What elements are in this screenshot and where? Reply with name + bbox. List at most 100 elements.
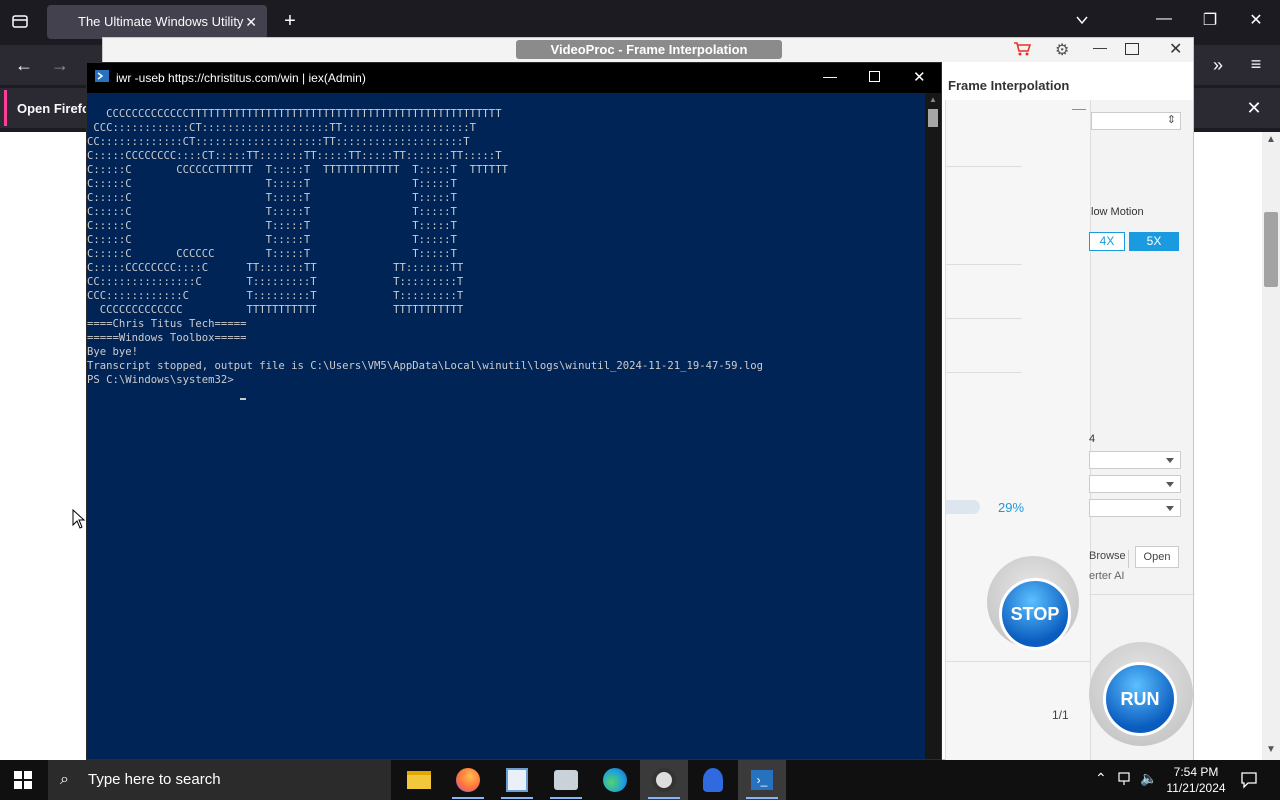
progress-bar <box>946 500 980 514</box>
divider <box>946 661 1092 662</box>
powershell-title: iwr -useb https://christitus.com/win | i… <box>116 71 366 85</box>
edge-icon[interactable] <box>591 760 639 800</box>
powershell-window: iwr -useb https://christitus.com/win | i… <box>86 62 942 760</box>
ps-close-icon[interactable]: ✕ <box>913 68 926 86</box>
search-icon: ⌕ <box>60 771 69 788</box>
divider <box>946 166 1022 167</box>
format-select[interactable]: ⇕ <box>1091 112 1181 130</box>
videoproc-taskbar-icon[interactable] <box>640 760 688 800</box>
console-line: =====Windows Toolbox===== <box>87 332 247 344</box>
collapse-icon[interactable]: — <box>1072 100 1086 116</box>
back-icon[interactable]: ← <box>14 55 34 76</box>
settings-gear-icon[interactable]: ⚙ <box>1055 40 1069 60</box>
console-output[interactable]: CCCCCCCCCCCCCTTTTTTTTTTTTTTTTTTTTTTTTTTT… <box>87 107 923 437</box>
open-button[interactable]: Open <box>1135 546 1179 568</box>
console-line: C:::::C T:::::T T:::::T <box>87 206 457 218</box>
videoproc-title-bar[interactable]: VideoProc - Frame Interpolation ⚙ — ✕ <box>103 38 1193 62</box>
console-line: C:::::C T:::::T T:::::T <box>87 234 457 246</box>
console-line: ====Chris Titus Tech===== <box>87 318 247 330</box>
forward-icon[interactable]: → <box>50 55 70 76</box>
console-line: C:::::C T:::::T T:::::T <box>87 220 457 232</box>
notifications-icon[interactable] <box>1240 771 1258 794</box>
close-notification-icon[interactable]: ✕ <box>1244 98 1264 119</box>
console-line: PS C:\Windows\system32> <box>87 374 241 386</box>
tab-list-icon[interactable] <box>10 12 30 35</box>
page-counter: 1/1 <box>1052 708 1069 722</box>
console-scrollbar-thumb[interactable] <box>928 109 938 127</box>
overflow-chevron-icon[interactable]: » <box>1208 55 1228 76</box>
ps-maximize-icon[interactable] <box>869 71 880 82</box>
scroll-down-icon[interactable]: ▼ <box>1266 744 1276 755</box>
vp-minimize-icon[interactable]: — <box>1093 39 1107 55</box>
updown-icon: ⇕ <box>1166 114 1176 126</box>
console-line: CCC::::::::::::C T:::::::::T T:::::::::T <box>87 290 464 302</box>
stop-button[interactable]: STOP <box>999 578 1071 650</box>
new-tab-button[interactable]: + <box>280 10 300 33</box>
close-tab-icon[interactable]: ✕ <box>245 5 257 39</box>
console-line: CC:::::::::::::CT::::::::::::::::::::TT:… <box>87 136 470 148</box>
console-line: CCCCCCCCCCCCC TTTTTTTTTTT TTTTTTTTTTT <box>87 304 464 316</box>
search-placeholder: Type here to search <box>88 771 221 788</box>
volume-icon[interactable]: 🔈 <box>1140 770 1157 787</box>
cart-icon[interactable] <box>1013 41 1033 62</box>
disk-utility-icon[interactable] <box>542 760 590 800</box>
page-scrollbar[interactable]: ▲ ▼ <box>1262 132 1280 760</box>
network-icon[interactable] <box>1118 771 1134 792</box>
ai-label: erter AI <box>1089 570 1125 582</box>
windows-start-icon[interactable] <box>14 771 32 794</box>
partial-label: 4 <box>1089 433 1096 445</box>
option-dropdown-2[interactable] <box>1089 475 1181 493</box>
speed-4x-button[interactable]: 4X <box>1089 232 1125 251</box>
minimize-icon[interactable]: — <box>1154 10 1174 28</box>
close-window-icon[interactable]: ✕ <box>1246 10 1266 30</box>
chevron-down-icon[interactable] <box>1072 12 1092 33</box>
taskbar: ⌕ Type here to search ›_ ⌃ 🔈 7:54 PM 11/… <box>0 760 1280 800</box>
vp-maximize-icon[interactable] <box>1125 43 1139 55</box>
console-line: Bye bye! <box>87 346 139 358</box>
slow-motion-label: low Motion <box>1091 206 1144 218</box>
console-line: C:::::C T:::::T T:::::T <box>87 178 457 190</box>
divider <box>946 264 1022 265</box>
option-dropdown-3[interactable] <box>1089 499 1181 517</box>
console-cursor <box>240 398 247 400</box>
active-tab[interactable]: The Ultimate Windows Utility ✕ <box>47 5 267 39</box>
console-scrollbar[interactable]: ▲ <box>925 93 941 759</box>
console-line: C:::::C CCCCCCTTTTTT T:::::T TTTTTTTTTTT… <box>87 164 508 176</box>
tray-chevron-icon[interactable]: ⌃ <box>1095 770 1107 787</box>
scroll-up-icon[interactable]: ▲ <box>1266 134 1276 145</box>
browse-button[interactable]: Browse <box>1089 550 1129 568</box>
vp-close-icon[interactable]: ✕ <box>1169 39 1182 59</box>
option-dropdown-1[interactable] <box>1089 451 1181 469</box>
console-line: C:::::CCCCCCCC::::CT:::::TT:::::::TT::::… <box>87 150 502 162</box>
clock-time: 7:54 PM <box>1173 765 1219 779</box>
divider <box>946 372 1022 373</box>
panel-title: Frame Interpolation <box>948 78 1070 93</box>
taskbar-search[interactable]: ⌕ Type here to search <box>48 760 391 800</box>
scroll-up-icon[interactable]: ▲ <box>929 95 937 104</box>
run-button[interactable]: RUN <box>1103 662 1177 736</box>
speed-5x-button[interactable]: 5X <box>1129 232 1179 251</box>
powershell-title-bar[interactable]: iwr -useb https://christitus.com/win | i… <box>87 63 941 93</box>
console-line: CC:::::::::::::::C T:::::::::T T::::::::… <box>87 276 464 288</box>
console-line: C:::::C CCCCCC T:::::T T:::::T <box>87 248 457 260</box>
ps-minimize-icon[interactable]: — <box>823 68 837 84</box>
console-line: CCC::::::::::::CT::::::::::::::::::::TT:… <box>87 122 477 134</box>
menu-icon[interactable]: ≡ <box>1246 54 1266 75</box>
console-line: C:::::CCCCCCCC::::C TT:::::::TT TT::::::… <box>87 262 464 274</box>
file-explorer-icon[interactable] <box>395 760 443 800</box>
clock-date: 11/21/2024 <box>1166 781 1226 795</box>
console-line: C:::::C T:::::T T:::::T <box>87 192 457 204</box>
clock[interactable]: 7:54 PM 11/21/2024 <box>1166 764 1226 796</box>
powershell-taskbar-icon[interactable]: ›_ <box>738 760 786 800</box>
console-line: CCCCCCCCCCCCCTTTTTTTTTTTTTTTTTTTTTTTTTTT… <box>87 108 502 120</box>
firefox-icon[interactable] <box>444 760 492 800</box>
divider <box>1089 594 1195 595</box>
restore-icon[interactable]: ❐ <box>1200 10 1220 30</box>
notification-accent <box>4 90 7 126</box>
console-line: Transcript stopped, output file is C:\Us… <box>87 360 764 372</box>
powershell-icon <box>95 70 109 82</box>
scrollbar-thumb[interactable] <box>1264 212 1278 287</box>
app-icon[interactable] <box>689 760 737 800</box>
progress-percent: 29% <box>998 500 1025 515</box>
notepad-icon[interactable] <box>493 760 541 800</box>
